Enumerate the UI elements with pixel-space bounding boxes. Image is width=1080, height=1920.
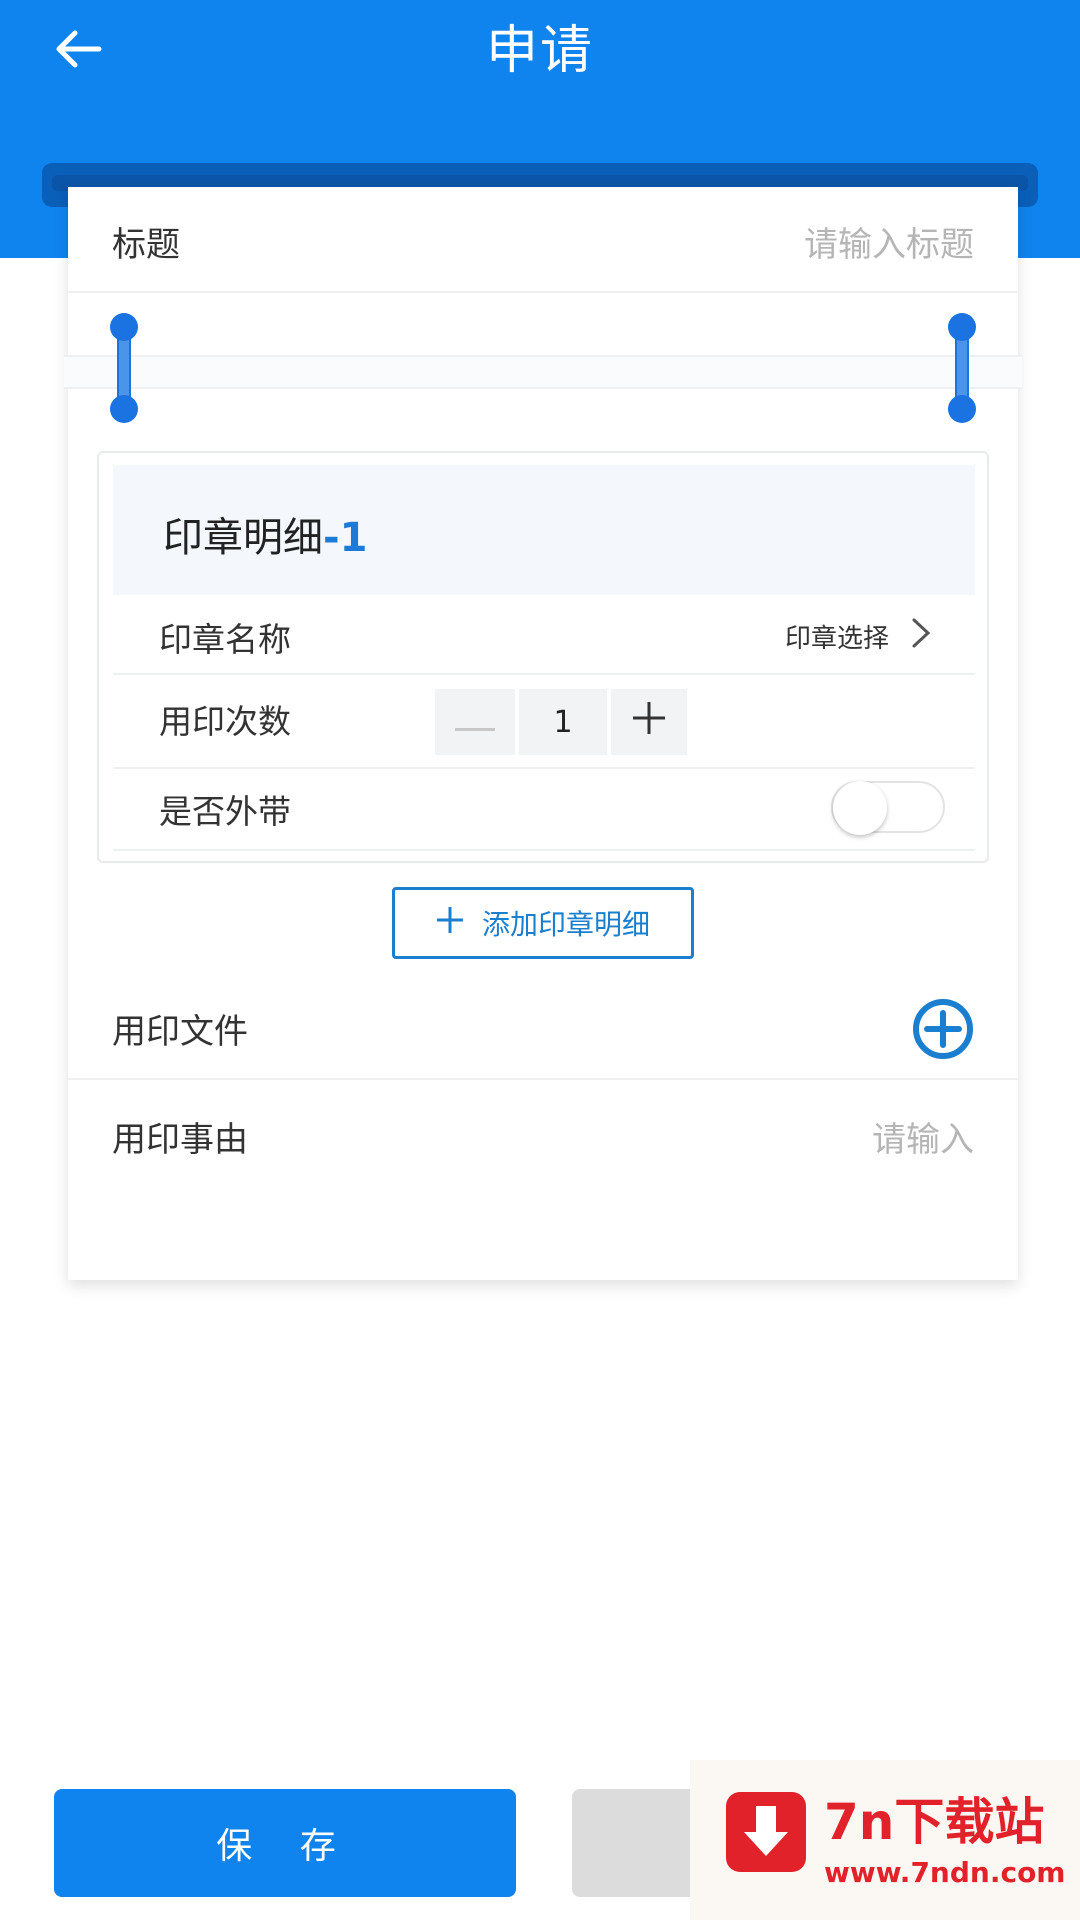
left-clip-icon bbox=[110, 313, 138, 423]
seal-file-row: 用印文件 bbox=[68, 974, 1018, 1080]
download-arrow-icon bbox=[726, 1792, 806, 1872]
site-watermark: 7n下载站 www.7ndn.com bbox=[690, 1760, 1080, 1920]
decrement-button[interactable] bbox=[435, 689, 515, 755]
increment-button[interactable] bbox=[611, 689, 687, 755]
right-clip-icon bbox=[948, 313, 976, 423]
plus-icon bbox=[631, 700, 667, 744]
seal-select[interactable]: 印章选择 bbox=[785, 617, 931, 656]
usage-count-row: 用印次数 1 bbox=[113, 675, 975, 769]
take-out-label: 是否外带 bbox=[159, 792, 291, 831]
title-input[interactable]: 请输入标题 bbox=[804, 217, 974, 266]
seal-name-row[interactable]: 印章名称 印章选择 bbox=[113, 595, 975, 675]
watermark-url: www.7ndn.com bbox=[824, 1856, 1066, 1889]
quantity-value[interactable]: 1 bbox=[519, 689, 607, 755]
seal-detail-title: 印章明细-1 bbox=[163, 515, 368, 561]
chevron-right-icon bbox=[911, 617, 931, 656]
toggle-knob bbox=[833, 781, 887, 835]
seal-reason-label: 用印事由 bbox=[112, 1120, 248, 1160]
seal-select-label: 印章选择 bbox=[784, 624, 889, 654]
seal-detail-header: 印章明细-1 bbox=[113, 465, 975, 595]
title-row[interactable]: 标题 请输入标题 bbox=[68, 187, 1018, 293]
seal-detail-index: -1 bbox=[323, 515, 368, 561]
usage-count-label: 用印次数 bbox=[159, 702, 291, 741]
seal-detail-box: 印章明细-1 印章名称 印章选择 用印次数 1 是否外带 bbox=[97, 451, 989, 863]
add-file-button[interactable] bbox=[912, 998, 974, 1060]
form-card: 标题 请输入标题 印章明细-1 印章名称 印章选择 用印次数 1 是否外带 添加… bbox=[64, 187, 1022, 1280]
watermark-brand: 7n下载站 bbox=[824, 1793, 1045, 1851]
title-label: 标题 bbox=[112, 225, 180, 265]
minus-icon bbox=[455, 705, 495, 740]
add-circle-icon bbox=[913, 999, 973, 1059]
add-seal-detail-label: 添加印章明细 bbox=[481, 908, 650, 941]
plus-icon bbox=[436, 906, 464, 941]
save-button[interactable]: 保 存 bbox=[54, 1789, 516, 1897]
take-out-toggle[interactable] bbox=[831, 781, 945, 835]
seal-name-label: 印章名称 bbox=[159, 620, 291, 659]
add-seal-detail-button[interactable]: 添加印章明细 bbox=[392, 887, 694, 959]
page-title: 申请 bbox=[485, 21, 594, 81]
seal-reason-input[interactable]: 请输入 bbox=[872, 1112, 974, 1161]
seal-file-label: 用印文件 bbox=[112, 1012, 248, 1052]
app-screen: 申请 标题 请输入标题 印章明细-1 印章名称 印章选择 用印次数 1 是否外带… bbox=[0, 0, 1080, 1920]
quantity-stepper: 1 bbox=[435, 689, 691, 755]
seal-reason-row[interactable]: 用印事由 请输入 bbox=[68, 1082, 1018, 1188]
clip-strip bbox=[64, 355, 1022, 389]
take-out-row: 是否外带 bbox=[113, 769, 975, 851]
